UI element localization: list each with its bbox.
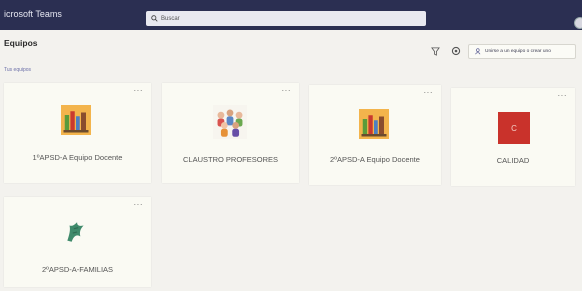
more-options-icon[interactable]: ··· [558, 91, 568, 100]
team-name: CALIDAD [496, 156, 530, 165]
search-placeholder: Buscar [161, 15, 180, 22]
team-card[interactable]: ··· 2ºAPSD-A-FAMILIAS [4, 197, 151, 287]
search-input[interactable]: Buscar [146, 11, 426, 26]
team-name: 2ºAPSD-A-FAMILIAS [41, 265, 114, 274]
gear-icon[interactable] [451, 46, 461, 56]
team-card[interactable]: ··· 2ºAPSD-A Equipo Docente [309, 85, 441, 185]
books-icon [359, 109, 389, 139]
team-card[interactable]: ··· 1ºAPSD-A Equipo Docente [4, 83, 151, 183]
team-name: CLAUSTRO PROFESORES [182, 155, 279, 164]
team-card[interactable]: ··· CLAUSTRO PROFESORES [162, 83, 299, 183]
team-name: 1ºAPSD-A Equipo Docente [32, 153, 123, 162]
more-options-icon[interactable]: ··· [134, 200, 144, 209]
join-or-create-team-button[interactable]: Unirse a un equipo o crear uno [468, 44, 576, 59]
green-figure-icon [67, 222, 84, 242]
app-title: icrosoft Teams [4, 9, 62, 19]
team-card[interactable]: ··· C CALIDAD [451, 88, 575, 186]
join-button-label: Unirse a un equipo o crear uno [485, 49, 551, 54]
people-group-icon [213, 105, 247, 139]
more-options-icon[interactable]: ··· [282, 86, 292, 95]
letter-tile-icon: C [498, 112, 530, 144]
books-icon [61, 105, 91, 135]
avatar[interactable] [574, 17, 582, 29]
more-options-icon[interactable]: ··· [134, 86, 144, 95]
filter-icon[interactable] [431, 47, 440, 56]
search-icon [151, 15, 158, 22]
more-options-icon[interactable]: ··· [424, 88, 434, 97]
add-team-icon [475, 48, 481, 55]
page-title: Equipos [4, 38, 38, 48]
team-name: 2ºAPSD-A Equipo Docente [330, 155, 420, 164]
title-bar: icrosoft Teams Buscar [0, 0, 582, 30]
section-label: Tus equipos [4, 67, 32, 73]
